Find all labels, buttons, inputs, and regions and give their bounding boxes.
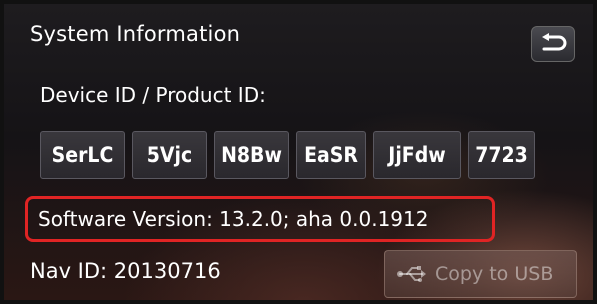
back-button[interactable] bbox=[531, 26, 575, 62]
device-id-label: Device ID / Product ID: bbox=[40, 83, 266, 107]
device-id-row: SerLC 5Vjc N8Bw EaSR JjFdw 7723 bbox=[40, 131, 535, 179]
system-information-screen: System Information Device ID / Product I… bbox=[0, 0, 597, 304]
nav-id-text: Nav ID: 20130716 bbox=[30, 259, 221, 283]
device-id-cell: 7723 bbox=[468, 131, 535, 179]
software-version-text: Software Version: 13.2.0; aha 0.0.1912 bbox=[38, 207, 429, 231]
device-id-cell: SerLC bbox=[40, 131, 125, 179]
device-id-cell: EaSR bbox=[296, 131, 366, 179]
usb-icon bbox=[397, 264, 427, 284]
return-arrow-icon bbox=[542, 33, 567, 51]
device-id-cell: 5Vjc bbox=[132, 131, 207, 179]
copy-to-usb-label: Copy to USB bbox=[435, 263, 554, 285]
device-id-cell: JjFdw bbox=[373, 131, 461, 179]
software-version-highlight: Software Version: 13.2.0; aha 0.0.1912 bbox=[25, 196, 495, 242]
device-id-cell: N8Bw bbox=[214, 131, 289, 179]
page-title: System Information bbox=[30, 22, 241, 46]
copy-to-usb-button[interactable]: Copy to USB bbox=[384, 250, 577, 298]
